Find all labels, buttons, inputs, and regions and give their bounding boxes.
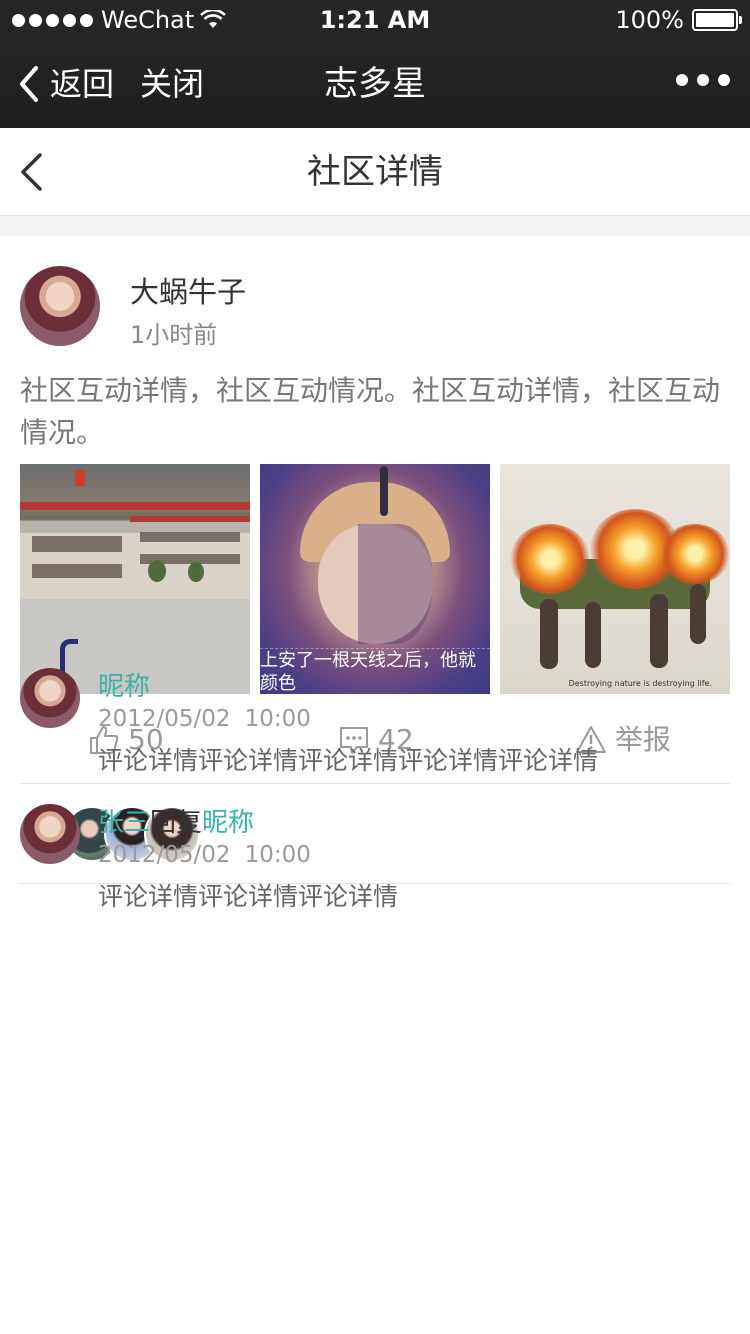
wechat-header: WeChat 1:21 AM 100% 返回 关闭 志多星: [0, 0, 750, 128]
wechat-close-button[interactable]: 关闭: [140, 62, 204, 106]
comment-item: 张三回复昵称 2012/05/02 10:00 评论详情评论详情评论详情: [0, 784, 750, 920]
comment-text: 评论详情评论详情评论详情评论详情评论详情: [98, 746, 599, 775]
author-avatar[interactable]: [20, 266, 100, 346]
commenter-name[interactable]: 昵称: [98, 670, 150, 704]
chevron-left-icon: [20, 66, 38, 102]
page-title: 社区详情: [307, 152, 443, 192]
reply-target[interactable]: 昵称: [202, 808, 254, 838]
comment-item: 昵称 2012/05/02 10:00 评论详情评论详情评论详情评论详情评论详情: [0, 648, 750, 784]
comment-text: 评论详情评论详情评论详情: [98, 882, 399, 911]
wechat-back-button[interactable]: 返回: [18, 62, 114, 106]
commenter-avatar[interactable]: [20, 668, 80, 728]
commenter-avatar[interactable]: [20, 804, 80, 864]
more-options-icon[interactable]: [676, 74, 730, 86]
wechat-nav-bar: 返回 关闭 志多星: [0, 40, 750, 128]
battery-percent: 100%: [615, 6, 684, 34]
comment-timestamp: 2012/05/02 10:00: [98, 706, 311, 732]
commenter-name: 张三回复昵称: [98, 806, 254, 840]
comment-list: 昵称 2012/05/02 10:00 评论详情评论详情评论详情评论详情评论详情 …: [0, 648, 750, 920]
page-header: 社区详情: [0, 128, 750, 216]
post-time: 1小时前: [130, 321, 218, 349]
battery-icon: [692, 9, 742, 31]
reply-author[interactable]: 张三: [98, 808, 150, 838]
status-right: 100%: [615, 6, 742, 34]
post-content: 社区互动详情，社区互动情况。社区互动详情，社区互动情况。: [20, 374, 721, 449]
section-divider: [0, 216, 750, 236]
author-name[interactable]: 大蜗牛子: [130, 274, 246, 310]
reply-word: 回复: [150, 808, 203, 838]
back-label: 返回: [50, 65, 115, 103]
comment-timestamp: 2012/05/02 10:00: [98, 842, 311, 868]
status-bar: WeChat 1:21 AM 100%: [0, 0, 750, 40]
phone-screen: WeChat 1:21 AM 100% 返回 关闭 志多星 社区详情 大蜗牛子 …: [0, 0, 750, 1334]
